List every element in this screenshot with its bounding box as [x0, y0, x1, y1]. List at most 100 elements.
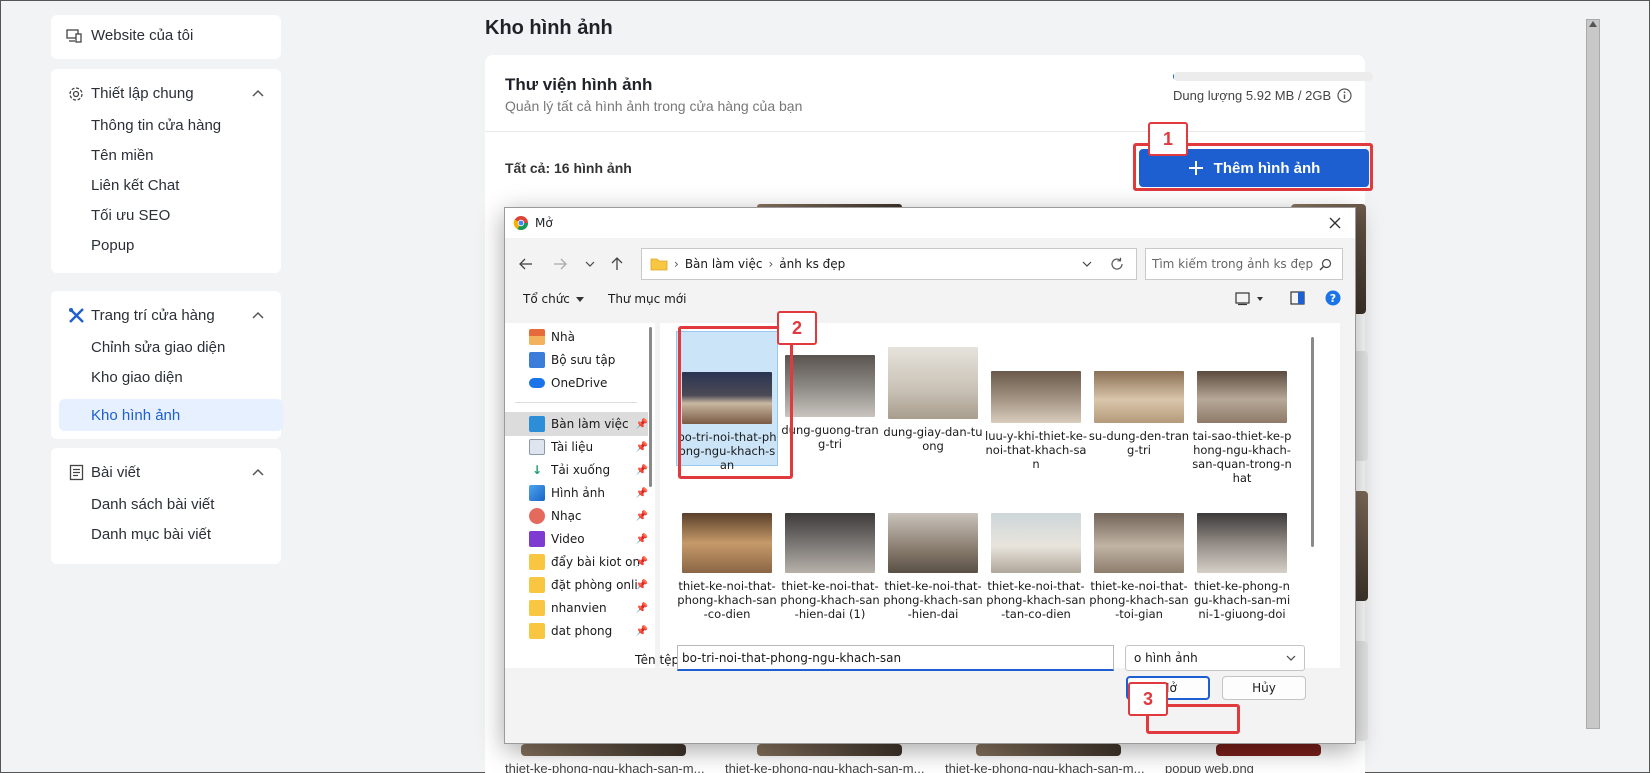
- file-item[interactable]: dung-giay-dan-tuong: [882, 331, 984, 453]
- sidebar-item-label: Kho hình ảnh: [91, 406, 181, 424]
- sidebar-item-seo[interactable]: Tối ưu SEO: [51, 201, 281, 229]
- gear-icon: [67, 85, 85, 103]
- file-name: dung-giay-dan-tuong: [883, 425, 983, 453]
- nav-item-video[interactable]: Video 📌: [505, 527, 648, 551]
- gallery-thumb[interactable]: [521, 744, 686, 756]
- nav-item-folder[interactable]: đặt phòng onlin 📌: [505, 573, 648, 597]
- file-item[interactable]: thiet-ke-noi-that-phong-khach-san-hien-d…: [882, 513, 984, 621]
- file-thumbnail: [888, 513, 978, 573]
- back-arrow-icon[interactable]: [519, 258, 533, 270]
- sidebar-item-store-info[interactable]: Thông tin cửa hàng: [51, 111, 281, 139]
- storage-bar: [1173, 72, 1373, 81]
- nav-item-downloads[interactable]: ↓ Tải xuống 📌: [505, 458, 648, 482]
- file-thumbnail: [1197, 371, 1287, 423]
- forward-arrow-icon[interactable]: [553, 258, 567, 270]
- file-item[interactable]: thiet-ke-noi-that-phong-khach-san-co-die…: [676, 513, 778, 621]
- sidebar-group-decor[interactable]: Trang trí cửa hàng: [51, 307, 281, 324]
- filename-label: Tên tệp:: [635, 653, 684, 667]
- nav-label: Nhà: [551, 330, 575, 344]
- nav-item-onedrive[interactable]: OneDrive: [505, 371, 648, 395]
- library-subtitle: Quản lý tất cả hình ảnh trong cửa hàng c…: [505, 98, 803, 114]
- folder-icon: [529, 577, 545, 593]
- storage-bar-fill: [1173, 72, 1174, 81]
- pin-icon: 📌: [635, 579, 648, 591]
- breadcrumb-item[interactable]: ảnh ks đẹp: [779, 257, 845, 271]
- nav-item-folder[interactable]: dat phong 📌: [505, 619, 648, 643]
- up-arrow-icon[interactable]: [611, 257, 623, 271]
- sidebar-item-post-categories[interactable]: Danh mục bài viết: [51, 520, 281, 548]
- devices-icon: [65, 27, 83, 45]
- nav-item-pictures[interactable]: Hình ảnh 📌: [505, 481, 648, 505]
- scroll-up-icon[interactable]: [1587, 19, 1599, 29]
- nav-item-folder[interactable]: đẩy bài kiot onli 📌: [505, 550, 648, 574]
- sidebar-group-title: Thiết lập chung: [91, 85, 194, 102]
- file-item[interactable]: luu-y-khi-thiet-ke-noi-that-khach-san: [985, 331, 1087, 471]
- chevron-down-icon[interactable]: [1082, 261, 1092, 267]
- nav-scrollbar[interactable]: [649, 327, 652, 487]
- nav-item-music[interactable]: Nhạc 📌: [505, 504, 648, 528]
- sidebar-item-label: Tối ưu SEO: [91, 206, 171, 224]
- file-item[interactable]: thiet-ke-phong-ngu-khach-san-mini-1-giuo…: [1191, 513, 1293, 621]
- chevron-up-icon[interactable]: [251, 466, 265, 480]
- nav-label: dat phong: [551, 624, 613, 638]
- nav-item-documents[interactable]: Tài liệu 📌: [505, 435, 648, 459]
- nav-item-gallery[interactable]: Bộ sưu tập: [505, 348, 648, 372]
- nav-label: Hình ảnh: [551, 486, 605, 500]
- sidebar-item-popup[interactable]: Popup: [51, 231, 281, 259]
- sidebar-item-theme-store[interactable]: Kho giao diện: [51, 363, 281, 391]
- nav-item-desktop[interactable]: Bàn làm việc 📌: [505, 412, 648, 436]
- file-item[interactable]: dung-guong-trang-tri: [779, 331, 881, 451]
- filename-input[interactable]: bo-tri-noi-that-phong-ngu-khach-san: [677, 645, 1114, 671]
- picture-icon: [529, 485, 545, 501]
- file-item[interactable]: thiet-ke-noi-that-phong-khach-san-tan-co…: [985, 513, 1087, 621]
- recent-dropdown-icon[interactable]: [585, 261, 595, 267]
- sidebar-item-image-store[interactable]: Kho hình ảnh: [51, 401, 281, 429]
- gallery-thumb[interactable]: [976, 744, 1121, 756]
- step-callout: 3: [1128, 682, 1168, 716]
- chevron-up-icon[interactable]: [251, 309, 265, 323]
- sidebar-item-edit-theme[interactable]: Chỉnh sửa giao diện: [51, 333, 281, 361]
- refresh-icon[interactable]: [1110, 257, 1124, 271]
- file-item[interactable]: su-dung-den-trang-tri: [1088, 331, 1190, 457]
- sidebar-item-label: Liên kết Chat: [91, 176, 180, 194]
- cancel-button[interactable]: Hủy: [1222, 676, 1306, 700]
- breadcrumb-item[interactable]: Bàn làm việc: [685, 257, 763, 271]
- chevron-up-icon[interactable]: [251, 87, 265, 101]
- help-icon[interactable]: ?: [1325, 290, 1341, 306]
- preview-pane-icon[interactable]: [1290, 291, 1305, 305]
- nav-label: đẩy bài kiot onli: [551, 555, 639, 569]
- sidebar-group-posts[interactable]: Bài viết: [51, 464, 281, 481]
- sidebar-group-general[interactable]: Thiết lập chung: [51, 85, 281, 102]
- gallery-thumb[interactable]: [757, 744, 902, 756]
- file-thumbnail: [991, 371, 1081, 423]
- pin-icon: 📌: [635, 487, 648, 499]
- filetype-select[interactable]: o hình ảnh: [1125, 645, 1305, 671]
- file-item[interactable]: thiet-ke-noi-that-phong-khach-san-hien-d…: [779, 513, 881, 621]
- nav-item-home[interactable]: Nhà: [505, 325, 648, 349]
- organize-menu[interactable]: Tổ chức: [523, 292, 584, 306]
- sidebar-item-my-website[interactable]: Website của tôi: [51, 27, 281, 44]
- page-scrollbar[interactable]: [1586, 19, 1600, 729]
- sidebar-item-domain[interactable]: Tên miền: [51, 141, 281, 169]
- file-scrollbar[interactable]: [1311, 337, 1314, 547]
- sidebar-item-chat-link[interactable]: Liên kết Chat: [51, 171, 281, 199]
- pin-icon: 📌: [635, 441, 648, 453]
- folder-icon: [529, 554, 545, 570]
- file-thumbnail: [682, 513, 772, 573]
- close-icon[interactable]: [1329, 217, 1341, 229]
- sidebar-item-label: Danh mục bài viết: [91, 525, 212, 543]
- new-folder-button[interactable]: Thư mục mới: [608, 292, 686, 306]
- nav-label: nhanvien: [551, 601, 607, 615]
- info-icon[interactable]: [1337, 88, 1352, 103]
- highlight-box: [678, 326, 793, 479]
- file-item[interactable]: tai-sao-thiet-ke-phong-ngu-khach-san-qua…: [1191, 331, 1293, 485]
- file-item[interactable]: thiet-ke-noi-that-phong-khach-san-toi-gi…: [1088, 513, 1190, 621]
- search-input[interactable]: Tìm kiếm trong ảnh ks đẹp: [1145, 248, 1343, 280]
- address-bar[interactable]: › Bàn làm việc › ảnh ks đẹp: [641, 248, 1137, 280]
- view-options-icon[interactable]: [1235, 292, 1265, 306]
- nav-item-folder[interactable]: nhanvien 📌: [505, 596, 648, 620]
- nav-label: Bộ sưu tập: [551, 353, 616, 367]
- file-name: thiet-ke-noi-that-phong-khach-san-co-die…: [677, 579, 777, 621]
- sidebar-item-post-list[interactable]: Danh sách bài viết: [51, 490, 281, 518]
- gallery-thumb[interactable]: [1216, 744, 1321, 756]
